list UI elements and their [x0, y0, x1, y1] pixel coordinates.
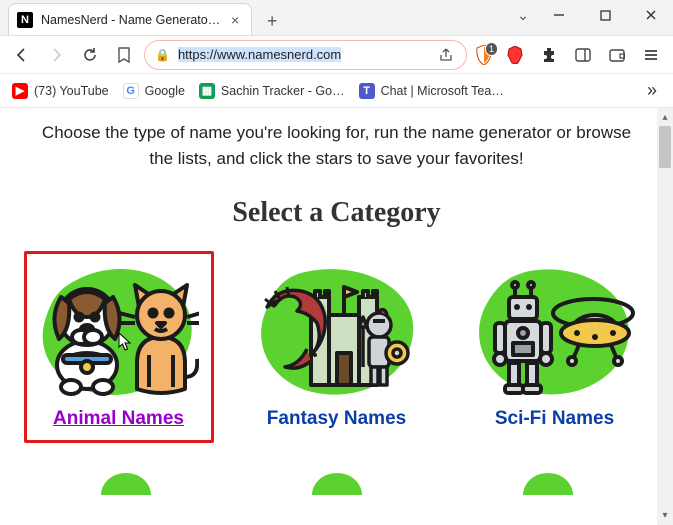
shield-icon[interactable]: 1	[473, 44, 495, 66]
vertical-scrollbar[interactable]: ▴ ▾	[657, 108, 673, 525]
sidepanel-button[interactable]	[569, 41, 597, 69]
wallet-button[interactable]	[603, 41, 631, 69]
browser-tab-active[interactable]: N NamesNerd - Name Generators f… ×	[8, 3, 252, 35]
category-label: Sci-Fi Names	[469, 408, 641, 430]
scrollbar-thumb[interactable]	[659, 126, 671, 168]
bookmark-button[interactable]	[110, 41, 138, 69]
bookmarks-overflow-button[interactable]: »	[643, 80, 661, 101]
tab-search-button[interactable]: ⌄	[509, 0, 537, 30]
share-button[interactable]	[438, 41, 458, 69]
bookmark-label: Sachin Tracker - Go…	[221, 84, 345, 98]
shield-count-badge: 1	[485, 42, 498, 56]
scroll-down-button[interactable]: ▾	[657, 507, 673, 525]
bookmarks-bar: ▶ (73) YouTube G Google ▦ Sachin Tracker - …	[0, 74, 673, 108]
category-card-scifi[interactable]: Sci-Fi Names	[460, 251, 650, 443]
bookmark-label: Google	[145, 84, 185, 98]
extensions-button[interactable]	[535, 41, 563, 69]
section-heading: Select a Category	[20, 197, 653, 229]
page-content: Choose the type of name you're looking f…	[0, 108, 673, 525]
google-icon: G	[123, 83, 139, 99]
category-thumb-animal	[34, 262, 204, 402]
app-menu-button[interactable]	[637, 41, 665, 69]
mouse-cursor-icon	[118, 332, 132, 352]
brave-logo-icon[interactable]	[501, 41, 529, 69]
url-text: https://www.namesnerd.com	[178, 47, 430, 62]
window-close-button[interactable]	[629, 0, 673, 30]
window-minimize-button[interactable]	[537, 0, 581, 30]
category-card-animal[interactable]: Animal Names	[24, 251, 214, 443]
nav-reload-button[interactable]	[76, 41, 104, 69]
bookmark-google[interactable]: G Google	[123, 83, 185, 99]
tab-title: NamesNerd - Name Generators f…	[41, 13, 221, 27]
bookmark-youtube[interactable]: ▶ (73) YouTube	[12, 83, 109, 99]
tab-close-button[interactable]: ×	[229, 12, 241, 28]
browser-toolbar: 🔒 https://www.namesnerd.com 1	[0, 36, 673, 74]
window-controls	[537, 0, 673, 30]
next-row-peek	[20, 473, 653, 495]
category-card-fantasy[interactable]: Fantasy Names	[242, 251, 432, 443]
bookmark-sheets[interactable]: ▦ Sachin Tracker - Go…	[199, 83, 345, 99]
url-bar[interactable]: 🔒 https://www.namesnerd.com	[144, 40, 467, 70]
sheets-icon: ▦	[199, 83, 215, 99]
favicon: N	[17, 12, 33, 28]
category-thumb-fantasy	[252, 262, 422, 402]
category-label: Fantasy Names	[251, 408, 423, 430]
window-titlebar: N NamesNerd - Name Generators f… × + ⌄	[0, 0, 673, 36]
category-thumb-scifi	[470, 262, 640, 402]
scroll-up-button[interactable]: ▴	[657, 108, 673, 126]
teams-icon: T	[359, 83, 375, 99]
bookmark-label: (73) YouTube	[34, 84, 109, 98]
bookmark-teams[interactable]: T Chat | Microsoft Tea…	[359, 83, 504, 99]
category-grid: Animal Names	[20, 251, 653, 443]
youtube-icon: ▶	[12, 83, 28, 99]
new-tab-button[interactable]: +	[258, 7, 286, 35]
lock-icon: 🔒	[155, 48, 170, 62]
bookmark-label: Chat | Microsoft Tea…	[381, 84, 504, 98]
window-maximize-button[interactable]	[583, 0, 627, 30]
category-label: Animal Names	[33, 408, 205, 430]
intro-text: Choose the type of name you're looking f…	[30, 120, 643, 173]
nav-back-button[interactable]	[8, 41, 36, 69]
nav-forward-button[interactable]	[42, 41, 70, 69]
